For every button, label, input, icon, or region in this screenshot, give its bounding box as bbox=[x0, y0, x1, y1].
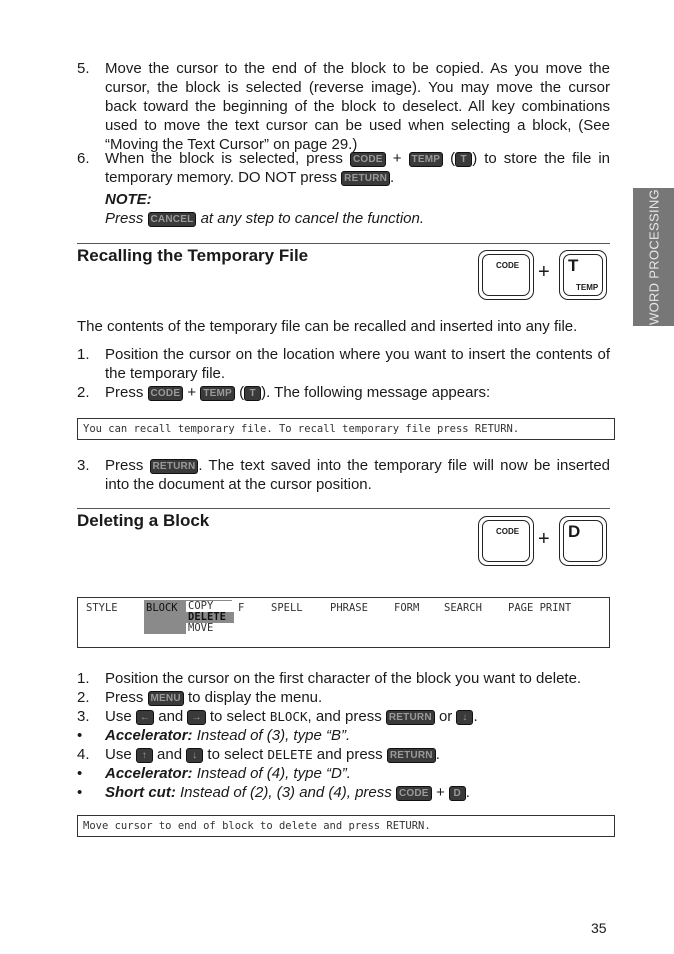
recall-step-3: 3. Press RETURN. The text saved into the… bbox=[77, 457, 611, 493]
arrow-up-key-icon: ↑ bbox=[135, 748, 153, 763]
return-key: RETURN bbox=[341, 171, 391, 186]
delete-accelerator-4: • Accelerator: Instead of (4), type “D”. bbox=[77, 765, 351, 782]
return-key: RETURN bbox=[386, 748, 436, 763]
note-title: NOTE: bbox=[105, 191, 152, 208]
menu-item-form[interactable]: FORM bbox=[394, 602, 419, 614]
section-divider bbox=[77, 508, 610, 509]
menu-item-block[interactable]: BLOCK bbox=[146, 602, 178, 614]
code-key: CODE bbox=[349, 152, 386, 167]
code-keycap-icon: CODE bbox=[478, 250, 534, 300]
temp-key: TEMP bbox=[408, 152, 444, 167]
screen-menu-bar: STYLE BLOCK COPY DELETE MOVE F SPELL PHR… bbox=[77, 597, 610, 648]
menu-item-phrase[interactable]: PHRASE bbox=[330, 602, 368, 614]
note-block: NOTE: Press CANCEL at any step to cancel… bbox=[105, 191, 425, 227]
delete-accelerator-3: • Accelerator: Instead of (3), type “B”. bbox=[77, 727, 351, 744]
side-tab-label: WORD PROCESSING bbox=[646, 189, 662, 325]
section-heading-recall: Recalling the Temporary File bbox=[77, 246, 309, 265]
menu-item-search[interactable]: SEARCH bbox=[444, 602, 482, 614]
code-keycap-icon: CODE bbox=[478, 516, 534, 566]
d-key: D bbox=[448, 786, 466, 801]
code-key: CODE bbox=[395, 786, 432, 801]
menu-item-f[interactable]: F bbox=[238, 602, 244, 614]
recall-step-1: 1. Position the cursor on the location w… bbox=[77, 346, 610, 382]
submenu-item-move[interactable]: MOVE bbox=[186, 623, 232, 634]
section-divider bbox=[77, 243, 610, 244]
t-key: T bbox=[455, 152, 473, 167]
section-heading-delete: Deleting a Block bbox=[77, 511, 210, 530]
t-temp-keycap-icon: T TEMP bbox=[559, 250, 607, 300]
cancel-key: CANCEL bbox=[147, 212, 197, 227]
recall-step-2: 2. Press CODE + TEMP (T). The following … bbox=[77, 384, 491, 401]
menu-item-style[interactable]: STYLE bbox=[86, 602, 118, 614]
screen-message-delete: Move cursor to end of block to delete an… bbox=[77, 815, 615, 837]
arrow-down-key-icon: ↓ bbox=[456, 710, 474, 725]
return-key: RETURN bbox=[149, 459, 199, 474]
screen-message-recall: You can recall temporary file. To recall… bbox=[77, 418, 615, 440]
arrow-down-key-icon: ↓ bbox=[186, 748, 204, 763]
copy-step-5: 5. Move the cursor to the end of the blo… bbox=[77, 60, 610, 153]
recall-intro: The contents of the temporary file can b… bbox=[77, 318, 578, 335]
delete-step-1: 1. Position the cursor on the first char… bbox=[77, 670, 582, 687]
delete-shortcut: • Short cut: Instead of (2), (3) and (4)… bbox=[77, 784, 470, 801]
menu-item-spell[interactable]: SPELL bbox=[271, 602, 303, 614]
menu-item-page-print[interactable]: PAGE PRINT bbox=[508, 602, 571, 614]
d-keycap-icon: D bbox=[559, 516, 607, 566]
delete-step-3: 3. Use ← and → to select BLOCK, and pres… bbox=[77, 708, 478, 725]
t-key: T bbox=[244, 386, 262, 401]
menu-key: MENU bbox=[147, 691, 184, 706]
arrow-left-key-icon: ← bbox=[135, 710, 155, 725]
copy-step-6: 6. When the block is selected, press COD… bbox=[77, 150, 611, 186]
return-key: RETURN bbox=[385, 710, 435, 725]
code-key: CODE bbox=[147, 386, 184, 401]
delete-step-4: 4. Use ↑ and ↓ to select DELETE and pres… bbox=[77, 746, 440, 763]
page-number: 35 bbox=[591, 920, 607, 936]
temp-key: TEMP bbox=[200, 386, 235, 401]
section-side-tab: WORD PROCESSING bbox=[633, 188, 674, 326]
delete-step-2: 2. Press MENU to display the menu. bbox=[77, 689, 323, 706]
arrow-right-key-icon: → bbox=[187, 710, 206, 725]
